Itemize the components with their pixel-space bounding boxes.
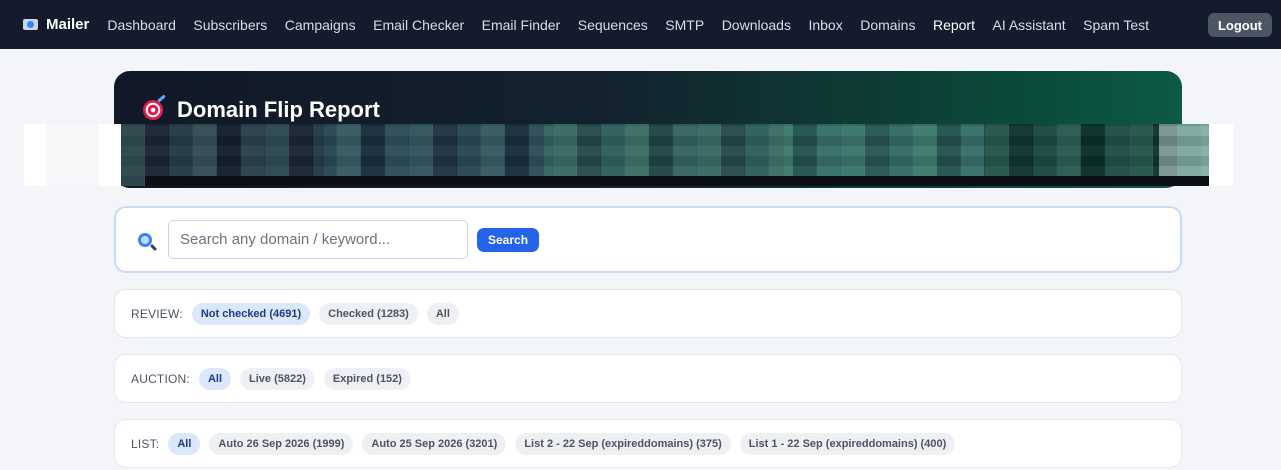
list-filter-label: LIST: — [131, 436, 160, 451]
logout-button[interactable]: Logout — [1207, 13, 1272, 37]
auction-chip-expired[interactable]: Expired (152) — [323, 367, 411, 390]
nav-link-subscribers[interactable]: Subscribers — [193, 17, 267, 33]
target-icon — [143, 100, 163, 120]
search-icon — [138, 233, 152, 247]
search-button[interactable]: Search — [477, 228, 540, 252]
nav-link-campaigns[interactable]: Campaigns — [285, 17, 356, 33]
nav-link-smtp[interactable]: SMTP — [665, 17, 704, 33]
list-chip-auto-26-sep[interactable]: Auto 26 Sep 2026 (1999) — [209, 432, 354, 455]
list-chip-list-2[interactable]: List 2 - 22 Sep (expireddomains) (375) — [515, 432, 731, 455]
review-filter-card: REVIEW: Not checked (4691) Checked (1283… — [114, 289, 1182, 338]
auction-filter-label: AUCTION: — [131, 371, 190, 386]
redacted-region — [24, 124, 1233, 186]
list-chip-auto-25-sep[interactable]: Auto 25 Sep 2026 (3201) — [362, 432, 507, 455]
nav-link-sequences[interactable]: Sequences — [578, 17, 648, 33]
review-chip-not-checked[interactable]: Not checked (4691) — [191, 302, 311, 325]
brand-name: Mailer — [46, 16, 90, 33]
auction-chip-live[interactable]: Live (5822) — [240, 367, 315, 390]
auction-filter-card: AUCTION: All Live (5822) Expired (152) — [114, 354, 1182, 403]
review-chip-checked[interactable]: Checked (1283) — [319, 302, 418, 325]
nav-link-downloads[interactable]: Downloads — [722, 17, 791, 33]
mailer-logo-icon — [23, 19, 38, 30]
search-input[interactable] — [168, 220, 468, 259]
list-chip-all[interactable]: All — [168, 432, 201, 455]
top-navbar: Mailer Dashboard Subscribers Campaigns E… — [0, 0, 1281, 49]
nav-link-email-finder[interactable]: Email Finder — [482, 17, 561, 33]
nav-link-domains[interactable]: Domains — [860, 17, 915, 33]
auction-chip-all[interactable]: All — [198, 367, 231, 390]
nav-link-report[interactable]: Report — [933, 17, 975, 33]
review-chip-all[interactable]: All — [426, 302, 459, 325]
list-filter-card: LIST: All Auto 26 Sep 2026 (1999) Auto 2… — [114, 419, 1182, 468]
page-title-text: Domain Flip Report — [177, 97, 380, 122]
nav-link-dashboard[interactable]: Dashboard — [107, 17, 176, 33]
nav-links: Dashboard Subscribers Campaigns Email Ch… — [107, 17, 1166, 33]
list-chip-list-1[interactable]: List 1 - 22 Sep (expireddomains) (400) — [739, 432, 956, 455]
nav-link-email-checker[interactable]: Email Checker — [373, 17, 464, 33]
nav-link-inbox[interactable]: Inbox — [808, 17, 842, 33]
page-title: Domain Flip Report — [143, 97, 380, 123]
nav-link-ai-assistant[interactable]: AI Assistant — [992, 17, 1065, 33]
review-filter-label: REVIEW: — [131, 306, 183, 321]
nav-link-spam-test[interactable]: Spam Test — [1083, 17, 1149, 33]
brand[interactable]: Mailer — [23, 16, 89, 33]
search-card: Search — [114, 206, 1182, 273]
